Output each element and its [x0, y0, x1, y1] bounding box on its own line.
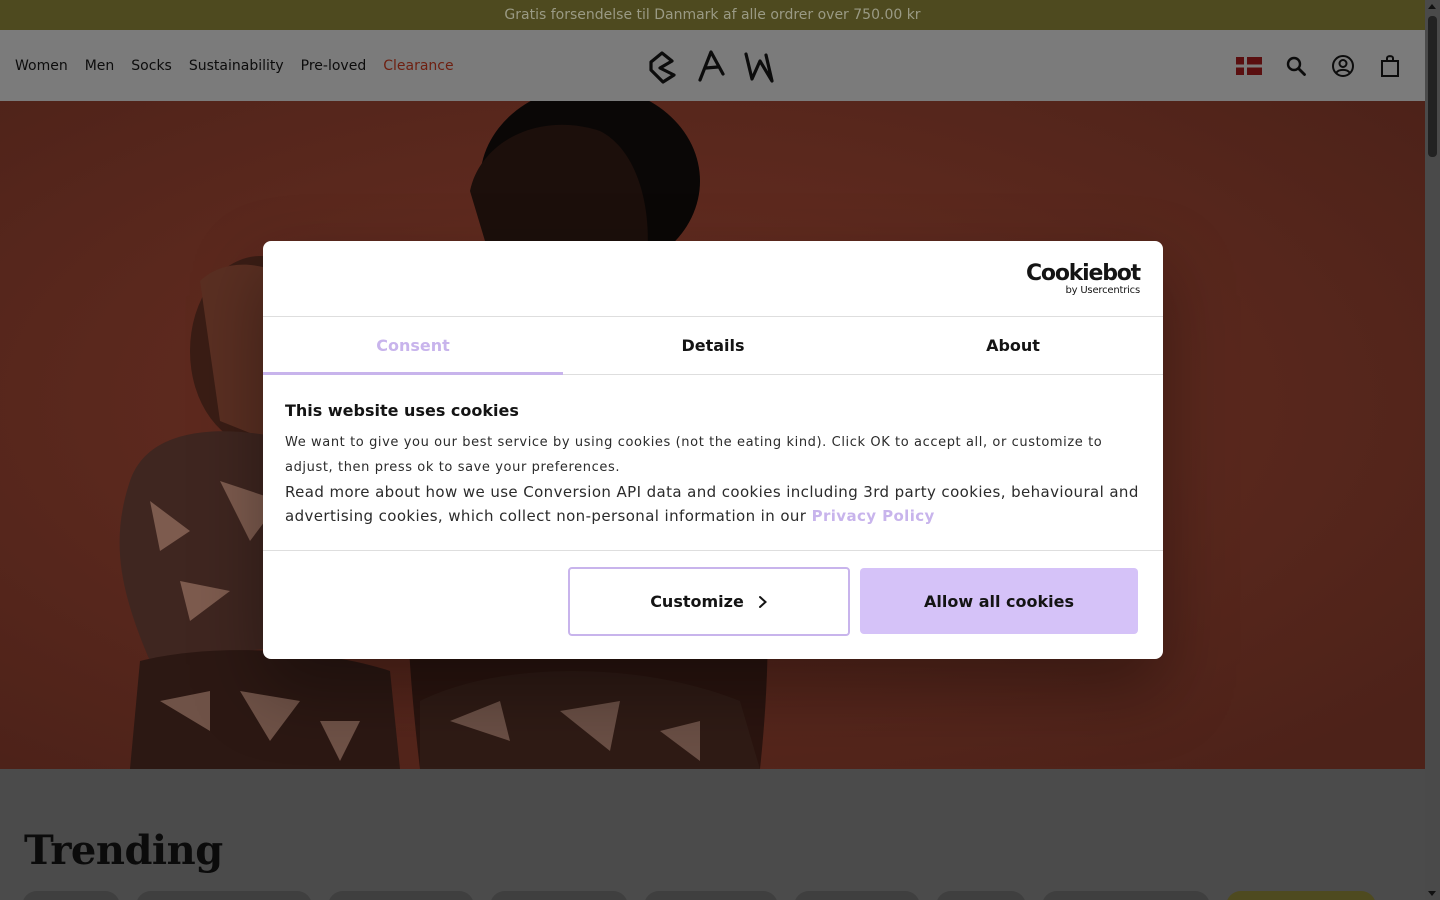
trending-section: Trending — [0, 769, 1425, 900]
header-icons — [1215, 30, 1403, 101]
nav-pre-loved[interactable]: Pre-loved — [301, 58, 367, 74]
nav-socks[interactable]: Socks — [131, 58, 172, 74]
cookie-consent-dialog: Cookiebot by Usercentrics Consent Detail… — [263, 241, 1163, 659]
privacy-policy-link[interactable]: Privacy Policy — [812, 507, 935, 525]
scroll-down-arrow-icon[interactable] — [1428, 891, 1436, 896]
nav-clearance[interactable]: Clearance — [383, 58, 453, 74]
site-header: Women Men Socks Sustainability Pre-loved… — [0, 30, 1425, 101]
chevron-right-icon — [758, 595, 767, 608]
customize-label: Customize — [650, 592, 744, 611]
promo-text: Gratis forsendelse til Danmark af alle o… — [504, 7, 921, 23]
nav-sustainability[interactable]: Sustainability — [189, 58, 284, 74]
trending-chip[interactable] — [328, 891, 474, 900]
page-scrollbar[interactable] — [1425, 0, 1440, 900]
trending-chip[interactable] — [1226, 891, 1376, 900]
scroll-thumb[interactable] — [1428, 16, 1437, 157]
dialog-text-more: Read more about how we use Conversion AP… — [285, 483, 1139, 525]
trending-chip[interactable] — [794, 891, 920, 900]
trending-chip[interactable] — [490, 891, 628, 900]
allow-all-cookies-button[interactable]: Allow all cookies — [860, 568, 1138, 634]
dialog-footer: Customize Allow all cookies — [263, 551, 1163, 658]
search-icon[interactable] — [1283, 53, 1309, 79]
denmark-flag-icon[interactable] — [1236, 53, 1262, 79]
trending-chip[interactable] — [1042, 891, 1210, 900]
dialog-header: Cookiebot by Usercentrics — [263, 241, 1163, 317]
dialog-title: This website uses cookies — [285, 401, 519, 420]
trending-chip[interactable] — [136, 891, 312, 900]
trending-chip[interactable] — [644, 891, 778, 900]
trending-chip[interactable] — [936, 891, 1026, 900]
tab-consent[interactable]: Consent — [263, 317, 563, 375]
promo-bar: Gratis forsendelse til Danmark af alle o… — [0, 0, 1425, 30]
tab-about[interactable]: About — [863, 317, 1163, 374]
scroll-up-arrow-icon[interactable] — [1428, 4, 1436, 9]
dialog-body: This website uses cookies We want to giv… — [263, 375, 1163, 551]
tab-details[interactable]: Details — [563, 317, 863, 374]
dialog-text-intro: We want to give you our best service by … — [285, 435, 1103, 475]
cookiebot-logo[interactable]: Cookiebot by Usercentrics — [1026, 263, 1141, 297]
trending-title: Trending — [24, 827, 223, 874]
customize-button[interactable]: Customize — [568, 567, 850, 636]
nav-women[interactable]: Women — [15, 58, 68, 74]
trending-chip[interactable] — [22, 891, 120, 900]
account-icon[interactable] — [1330, 53, 1356, 79]
dialog-tabs: Consent Details About — [263, 317, 1163, 375]
shopping-bag-icon[interactable] — [1377, 53, 1403, 79]
bam-logo[interactable] — [648, 48, 778, 84]
main-nav: Women Men Socks Sustainability Pre-loved… — [15, 30, 471, 101]
nav-men[interactable]: Men — [85, 58, 115, 74]
